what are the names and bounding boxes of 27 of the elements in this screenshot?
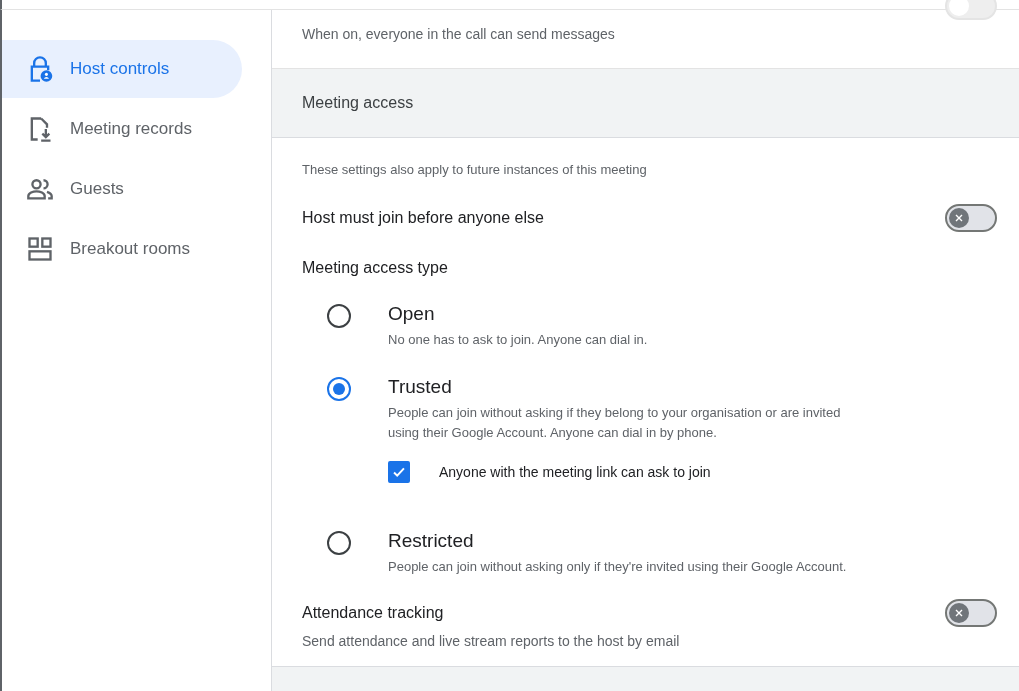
sidebar-item[interactable]: Meeting records xyxy=(2,100,242,158)
setting-label: Meeting access type xyxy=(302,259,449,277)
close-icon xyxy=(954,608,964,618)
sidebar-item[interactable]: Guests xyxy=(2,160,242,218)
section-note: These settings also apply to future instances of this meeting xyxy=(302,162,648,177)
sidebar-item[interactable]: Breakout rooms xyxy=(2,220,242,278)
option-description: People can join without asking only if they're invited using their Google Account. xyxy=(388,558,847,576)
option-description: People can join without asking if they belong to your organisation or are invited using their Google Account. Anyone can dial in by phone. xyxy=(388,404,842,442)
option-label: Trusted xyxy=(388,376,453,398)
setting-label: Host must join before anyone else xyxy=(302,209,544,227)
radio-button[interactable] xyxy=(327,531,351,555)
option-label: Open xyxy=(388,303,436,325)
radio-button[interactable] xyxy=(327,377,351,401)
checkbox-label: Anyone with the meeting link can ask to join xyxy=(439,464,711,480)
toggle-switch[interactable] xyxy=(945,204,997,232)
sidebar-item[interactable]: Host controls xyxy=(2,40,242,98)
section-title: Meeting access xyxy=(302,94,414,112)
grid-icon xyxy=(26,235,54,263)
option-label: Restricted xyxy=(388,530,475,552)
toggle-switch[interactable] xyxy=(945,599,997,627)
checkbox[interactable] xyxy=(388,461,410,483)
setting-description: When on, everyone in the call can send messages xyxy=(302,26,616,42)
option-description: No one has to ask to join. Anyone can dial in. xyxy=(388,331,648,349)
close-icon xyxy=(954,213,964,223)
setting-description: Send attendance and live stream reports to the host by email xyxy=(302,633,681,649)
radio-button[interactable] xyxy=(327,304,351,328)
setting-label: Attendance tracking xyxy=(302,604,444,622)
